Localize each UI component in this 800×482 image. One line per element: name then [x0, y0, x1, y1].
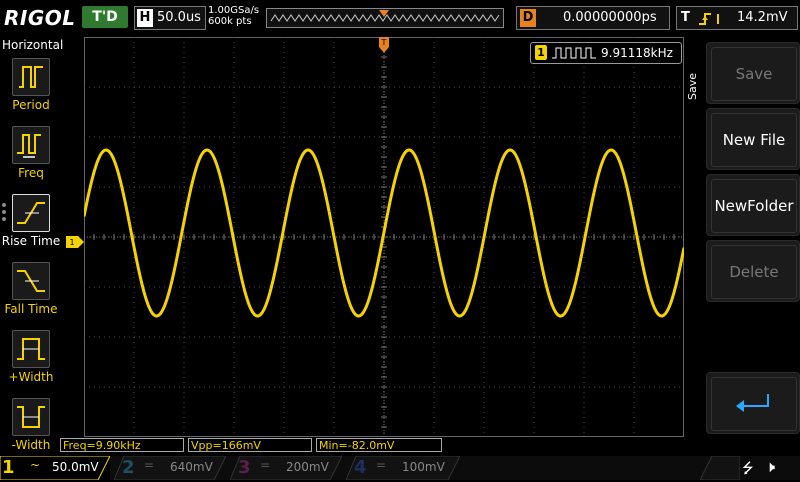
channel2-status[interactable]: 2 = 640mV: [114, 456, 226, 480]
delete-button[interactable]: Delete: [706, 240, 800, 302]
trigger-status-badge: T'D: [82, 6, 128, 28]
positive-width-icon: [12, 330, 50, 368]
svg-text:T: T: [381, 38, 387, 47]
graticule: [82, 36, 686, 438]
delete-button-label: Delete: [711, 245, 797, 299]
channel1-status[interactable]: 1 ~ 50.0mV: [0, 456, 110, 480]
channel3-number: 3: [238, 457, 251, 478]
rising-edge-icon: [699, 13, 719, 25]
channel1-scale: 50.0mV: [52, 460, 99, 474]
menu-title: Horizontal: [2, 38, 64, 52]
sample-rate: 1.00GSa/s: [208, 5, 260, 16]
channel1-number: 1: [2, 457, 15, 478]
period-measure-icon: [12, 58, 50, 96]
channel-status-bar: 1 ~ 50.0mV 2 = 640mV 3 = 200mV 4 = 100mV: [0, 456, 800, 480]
counter-channel: 1: [535, 45, 547, 60]
measure-rise-time-label: Rise Time: [1, 234, 61, 248]
channel4-coupling-icon: =: [376, 458, 387, 472]
measurement-frequency[interactable]: Freq=9.90kHz: [60, 438, 184, 452]
measure-period-button[interactable]: Period: [0, 56, 62, 116]
channel3-coupling-icon: =: [260, 458, 271, 472]
measure-positive-width-button[interactable]: +Width: [0, 328, 62, 388]
trigger-marker-icon: T: [379, 37, 389, 53]
memory-depth: 600k pts: [208, 16, 252, 27]
measurement-vpp[interactable]: Vpp=166mV: [188, 438, 312, 452]
measure-negative-width-label: -Width: [11, 438, 51, 452]
horizontal-measure-menu: Horizontal Period Freq Rise Time Fall Ti…: [0, 36, 64, 456]
softkey-menu-title: Save: [686, 72, 699, 100]
channel4-number: 4: [354, 457, 367, 478]
memory-wave-icon: [270, 10, 500, 22]
channel4-status[interactable]: 4 = 100mV: [346, 456, 460, 480]
save-button[interactable]: Save: [706, 42, 800, 104]
new-file-button-label: New File: [711, 113, 797, 167]
new-file-button[interactable]: New File: [706, 108, 800, 170]
brand-logo: RIGOL: [4, 6, 76, 30]
channel4-scale: 100mV: [402, 460, 445, 474]
measure-fall-time-button[interactable]: Fall Time: [0, 260, 62, 320]
timebase-value: 50.0us: [157, 10, 201, 25]
frequency-measure-icon: [12, 126, 50, 164]
frequency-counter: 1 9.91118kHz: [530, 42, 682, 64]
trigger-level: 14.2mV: [737, 10, 788, 25]
measure-negative-width-button[interactable]: -Width: [0, 396, 62, 456]
square-wave-icon: [552, 47, 596, 59]
delay-box[interactable]: D 0.00000000ps: [516, 6, 670, 30]
measure-rise-time-button[interactable]: Rise Time: [0, 192, 62, 252]
measure-freq-button[interactable]: Freq: [0, 124, 62, 184]
measure-positive-width-label: +Width: [8, 370, 54, 384]
new-folder-button[interactable]: NewFolder: [706, 174, 800, 236]
measure-freq-label: Freq: [18, 166, 44, 180]
measure-fall-time-label: Fall Time: [4, 302, 58, 316]
trigger-label: T: [681, 10, 690, 25]
new-folder-button-label: NewFolder: [711, 179, 797, 233]
status-bar-end-shape: [700, 456, 740, 480]
speaker-mute-icon: 🕨: [765, 457, 776, 476]
return-arrow-icon: [711, 377, 797, 431]
measure-period-label: Period: [12, 98, 50, 112]
waveform-display[interactable]: [82, 36, 686, 438]
channel1-coupling-icon: ~: [30, 458, 41, 472]
channel3-status[interactable]: 3 = 200mV: [230, 456, 342, 480]
delay-label: D: [520, 9, 536, 27]
trigger-box[interactable]: T 14.2mV: [676, 6, 798, 30]
memory-overview-strip[interactable]: [266, 8, 504, 28]
acquisition-info: 1.00GSa/s 600k pts: [208, 5, 259, 27]
usb-icon: ⭍: [742, 461, 754, 477]
timebase-box[interactable]: H 50.0us: [134, 6, 206, 30]
fall-time-icon: [12, 262, 50, 300]
negative-width-icon: [12, 398, 50, 436]
svg-text:1: 1: [69, 238, 74, 247]
channel3-scale: 200mV: [286, 460, 329, 474]
counter-value: 9.91118kHz: [601, 46, 673, 60]
channel1-waveform: [82, 148, 686, 318]
horizontal-label: H: [137, 9, 153, 27]
measurement-min[interactable]: Min=-82.0mV: [316, 438, 442, 452]
delay-value: 0.00000000ps: [563, 10, 657, 25]
channel2-number: 2: [122, 457, 135, 478]
trigger-position-marker[interactable]: T: [378, 37, 390, 59]
channel1-marker-icon: 1: [66, 236, 84, 248]
channel1-offset-marker[interactable]: 1: [66, 233, 84, 252]
channel2-scale: 640mV: [170, 460, 213, 474]
back-button[interactable]: [706, 372, 800, 434]
rise-time-icon: [12, 194, 50, 232]
top-status-bar: RIGOL T'D H 50.0us 1.00GSa/s 600k pts D …: [0, 0, 800, 36]
channel2-coupling-icon: =: [144, 458, 155, 472]
save-button-label: Save: [711, 47, 797, 101]
